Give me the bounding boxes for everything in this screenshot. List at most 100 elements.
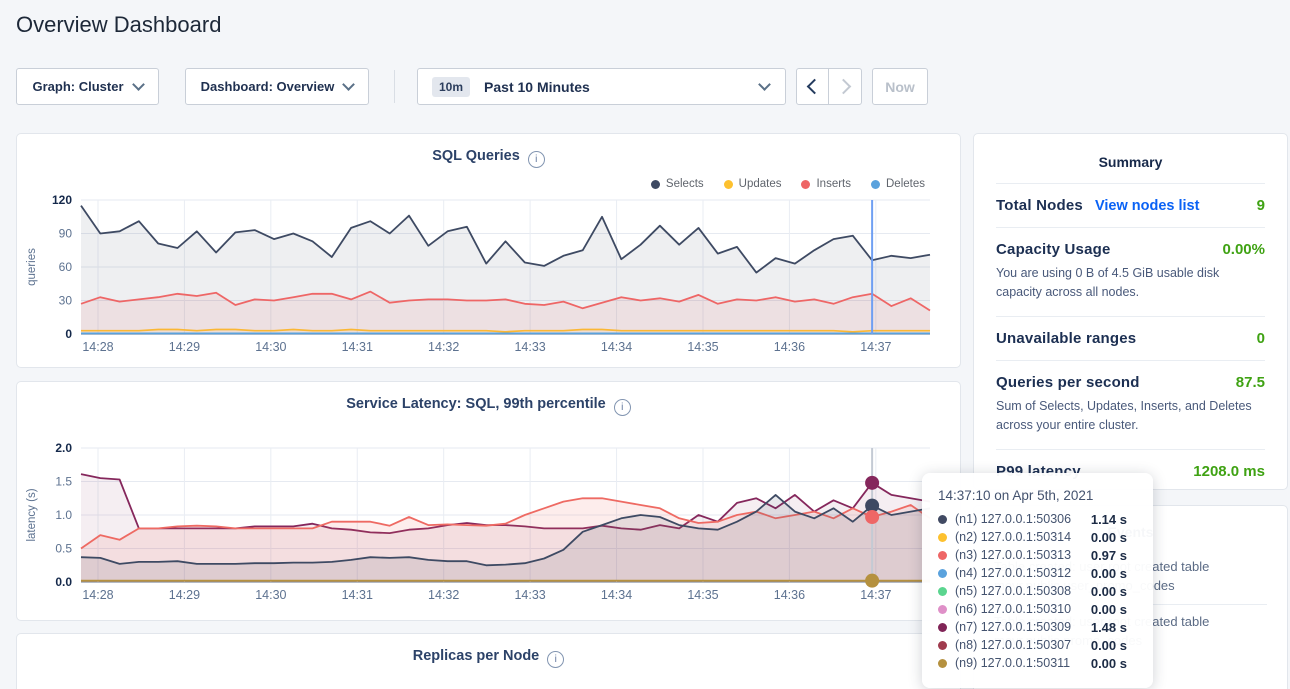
chart-hover-tooltip: 14:37:10 on Apr 5th, 2021 (n1) 127.0.0.1… xyxy=(922,473,1153,688)
graph-dropdown-label: Graph: Cluster xyxy=(32,79,123,94)
info-icon[interactable]: i xyxy=(528,151,545,168)
svg-text:14:37: 14:37 xyxy=(860,340,891,354)
node-color-dot-icon xyxy=(938,551,947,560)
legend-label: Selects xyxy=(666,178,704,190)
time-step-buttons xyxy=(796,68,862,105)
service-latency-plot[interactable]: 0.00.51.01.52.014:2814:2914:3014:3114:32… xyxy=(17,440,960,608)
svg-text:14:29: 14:29 xyxy=(169,340,200,354)
info-icon[interactable]: i xyxy=(614,399,631,416)
node-color-dot-icon xyxy=(938,515,947,524)
tooltip-node-value: 0.00 s xyxy=(1091,584,1137,599)
tooltip-node-row: (n2) 127.0.0.1:50314 0.00 s xyxy=(938,528,1137,546)
tooltip-node-row: (n5) 127.0.0.1:503080.00 s xyxy=(938,582,1137,600)
node-color-dot-icon xyxy=(938,623,947,632)
tooltip-node-value: 0.00 s xyxy=(1091,566,1137,581)
service-latency-title: Service Latency: SQL, 99th percentilei xyxy=(17,396,960,416)
time-range-picker[interactable]: 10m Past 10 Minutes xyxy=(417,68,786,105)
svg-text:14:31: 14:31 xyxy=(342,588,373,602)
unavailable-ranges-value: 0 xyxy=(1257,330,1265,347)
svg-text:30: 30 xyxy=(59,294,73,308)
legend-label: Updates xyxy=(739,178,782,190)
tooltip-node-row: (n6) 127.0.0.1:50310 0.00 s xyxy=(938,600,1137,618)
svg-text:14:34: 14:34 xyxy=(601,588,632,602)
info-icon[interactable]: i xyxy=(547,651,564,668)
svg-text:queries: queries xyxy=(26,248,38,286)
sql-queries-legend: Selects Updates Inserts Deletes xyxy=(651,178,925,190)
tooltip-node-value: 0.00 s xyxy=(1091,656,1137,671)
svg-text:latency (s): latency (s) xyxy=(26,488,38,541)
tooltip-node-label: (n3) 127.0.0.1:50313 xyxy=(955,548,1071,562)
svg-text:14:36: 14:36 xyxy=(774,588,805,602)
svg-text:0: 0 xyxy=(65,327,72,341)
replicas-per-node-card: Replicas per Nodei xyxy=(16,633,961,689)
tooltip-node-value: 1.48 s xyxy=(1091,620,1137,635)
svg-text:14:32: 14:32 xyxy=(428,588,459,602)
tooltip-node-row: (n9) 127.0.0.1:50311 0.00 s xyxy=(938,654,1137,672)
graph-dropdown[interactable]: Graph: Cluster xyxy=(16,68,159,105)
legend-label: Inserts xyxy=(816,178,851,190)
tooltip-node-value: 0.00 s xyxy=(1091,530,1137,545)
svg-text:0.5: 0.5 xyxy=(55,542,72,556)
tooltip-node-label: (n1) 127.0.0.1:50306 xyxy=(955,512,1071,526)
svg-text:14:35: 14:35 xyxy=(687,340,718,354)
tooltip-node-value: 0.00 s xyxy=(1091,638,1137,653)
summary-unavailable-ranges: Unavailable ranges 0 xyxy=(996,330,1265,347)
legend-label: Deletes xyxy=(886,178,925,190)
view-nodes-list-link[interactable]: View nodes list xyxy=(1095,198,1200,214)
svg-text:2.0: 2.0 xyxy=(55,441,72,455)
tooltip-node-label: (n6) 127.0.0.1:50310 xyxy=(955,602,1071,616)
legend-item-updates[interactable]: Updates xyxy=(724,178,782,190)
tooltip-node-label: (n2) 127.0.0.1:50314 xyxy=(955,530,1071,544)
now-button[interactable]: Now xyxy=(872,68,928,105)
summary-title: Summary xyxy=(974,154,1287,170)
qps-desc: Sum of Selects, Updates, Inserts, and De… xyxy=(996,397,1265,436)
svg-text:14:31: 14:31 xyxy=(342,340,373,354)
svg-text:14:28: 14:28 xyxy=(82,340,113,354)
node-color-dot-icon xyxy=(938,605,947,614)
legend-dot-icon xyxy=(724,180,733,189)
overview-dashboard-page: Overview Dashboard Graph: Cluster Dashbo… xyxy=(0,0,1290,689)
tooltip-node-value: 0.97 s xyxy=(1091,548,1137,563)
chevron-down-icon xyxy=(132,78,145,91)
tooltip-node-value: 1.14 s xyxy=(1091,512,1137,527)
summary-total-nodes: Total Nodes View nodes list 9 xyxy=(996,197,1265,214)
qps-value: 87.5 xyxy=(1236,374,1265,391)
svg-text:120: 120 xyxy=(52,193,72,207)
tooltip-timestamp: 14:37:10 on Apr 5th, 2021 xyxy=(938,488,1137,503)
tooltip-node-value: 0.00 s xyxy=(1091,602,1137,617)
qps-label: Queries per second xyxy=(996,374,1140,391)
node-color-dot-icon xyxy=(938,587,947,596)
time-next-button[interactable] xyxy=(829,68,862,105)
time-range-label: Past 10 Minutes xyxy=(484,79,590,95)
svg-text:14:30: 14:30 xyxy=(255,340,286,354)
svg-text:90: 90 xyxy=(59,227,73,241)
page-title: Overview Dashboard xyxy=(16,12,221,38)
time-prev-button[interactable] xyxy=(796,68,829,105)
tooltip-node-row: (n4) 127.0.0.1:50312 0.00 s xyxy=(938,564,1137,582)
tooltip-node-row: (n3) 127.0.0.1:50313 0.97 s xyxy=(938,546,1137,564)
svg-text:14:35: 14:35 xyxy=(687,588,718,602)
replicas-per-node-title: Replicas per Nodei xyxy=(17,648,960,668)
legend-item-deletes[interactable]: Deletes xyxy=(871,178,925,190)
svg-text:14:29: 14:29 xyxy=(169,588,200,602)
sql-queries-plot[interactable]: 030609012014:2814:2914:3014:3114:3214:33… xyxy=(17,192,960,360)
chevron-down-icon xyxy=(758,78,771,91)
summary-capacity: Capacity Usage 0.00% You are using 0 B o… xyxy=(996,241,1265,303)
total-nodes-label: Total Nodes xyxy=(996,197,1083,214)
tooltip-node-label: (n4) 127.0.0.1:50312 xyxy=(955,566,1071,580)
tooltip-node-label: (n9) 127.0.0.1:50311 xyxy=(955,656,1070,670)
p99-value: 1208.0 ms xyxy=(1193,463,1265,480)
tooltip-node-label: (n7) 127.0.0.1:50309 xyxy=(955,620,1071,634)
chevron-right-icon xyxy=(835,79,851,95)
legend-item-selects[interactable]: Selects xyxy=(651,178,704,190)
svg-text:1.5: 1.5 xyxy=(55,475,72,489)
legend-dot-icon xyxy=(651,180,660,189)
legend-item-inserts[interactable]: Inserts xyxy=(801,178,851,190)
summary-panel: Summary Total Nodes View nodes list 9 Ca… xyxy=(973,133,1288,490)
toolbar-divider xyxy=(394,70,395,103)
dashboard-dropdown[interactable]: Dashboard: Overview xyxy=(185,68,369,105)
legend-dot-icon xyxy=(801,180,810,189)
svg-text:14:33: 14:33 xyxy=(514,588,545,602)
svg-text:14:30: 14:30 xyxy=(255,588,286,602)
svg-text:14:28: 14:28 xyxy=(82,588,113,602)
